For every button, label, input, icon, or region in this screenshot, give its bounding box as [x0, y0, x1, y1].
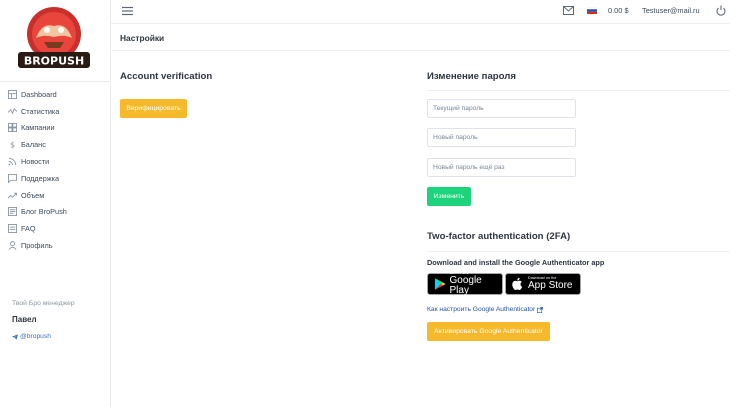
sidebar-item-campaigns[interactable]: Кампании — [8, 120, 67, 137]
sidebar-item-balance[interactable]: $ Баланс — [8, 136, 67, 153]
manager-telegram-handle: @bropush — [20, 333, 51, 340]
external-link-icon — [537, 306, 544, 313]
change-password-button[interactable]: Изменить — [427, 187, 471, 206]
sidebar-item-dashboard[interactable]: Dashboard — [8, 86, 67, 103]
power-icon[interactable] — [716, 5, 726, 16]
sidebar-item-label: Новости — [21, 157, 50, 167]
manager-telegram-link[interactable]: @bropush — [12, 333, 51, 340]
app-store-badge[interactable]: Download on the App Store — [505, 273, 581, 295]
app-store-big-text: App Store — [528, 280, 573, 292]
svg-text:BROPUSH: BROPUSH — [24, 55, 84, 68]
russia-flag-icon[interactable] — [587, 7, 597, 14]
current-password-input[interactable] — [427, 99, 576, 118]
sidebar-item-label: Блог BroPush — [21, 207, 67, 217]
new-password-input[interactable] — [427, 128, 576, 147]
manager-caption: Твой Бро менеджер — [12, 300, 75, 307]
trend-icon — [8, 191, 17, 200]
rss-icon — [8, 157, 17, 166]
manager-name: Павел — [12, 315, 37, 324]
sidebar-item-label: Статистика — [21, 106, 60, 116]
sidebar-item-label: FAQ — [21, 224, 36, 234]
page-title: Настройки — [120, 33, 165, 43]
faq-icon — [8, 224, 17, 234]
blog-icon — [8, 207, 17, 217]
sidebar-item-faq[interactable]: FAQ — [8, 220, 67, 237]
hamburger-menu-icon[interactable] — [122, 6, 133, 16]
chat-icon — [8, 173, 17, 183]
sidebar-item-label: Кампании — [21, 123, 55, 133]
sidebar-item-label: Поддержка — [21, 173, 60, 183]
stats-line-icon — [8, 107, 17, 116]
dashboard-icon — [8, 89, 17, 99]
sidebar-item-label: Dashboard — [21, 89, 57, 99]
sidebar-menu: Dashboard Статистика Кампании $ Баланс Н… — [8, 86, 67, 254]
sidebar-item-news[interactable]: Новости — [8, 153, 67, 170]
repeat-password-input[interactable] — [427, 158, 576, 177]
user-icon — [8, 241, 17, 250]
google-play-big-text: Google Play — [449, 275, 482, 297]
sidebar-item-support[interactable]: Поддержка — [8, 170, 67, 187]
dollar-icon: $ — [8, 140, 17, 149]
sidebar-item-blog[interactable]: Блог BroPush — [8, 204, 67, 221]
setup-link-text: Как настроить Google Authenticator — [427, 306, 536, 313]
title-divider — [111, 50, 730, 51]
campaigns-grid-icon — [8, 123, 17, 133]
verify-button[interactable]: Верифицировать — [120, 99, 187, 118]
google-authenticator-setup-link[interactable]: Как настроить Google Authenticator — [427, 306, 544, 313]
google-play-icon — [434, 278, 446, 290]
top-header: 0.00 $ Testuser@mail.ru — [111, 0, 730, 24]
bropush-logo[interactable]: BROPUSH — [14, 4, 94, 74]
account-balance: 0.00 $ — [608, 6, 629, 15]
sidebar-divider — [0, 81, 111, 82]
twofa-title: Two-factor authentication (2FA) — [427, 231, 571, 242]
twofa-section-divider — [427, 251, 730, 252]
mail-icon[interactable] — [563, 6, 574, 15]
sidebar-item-label: Баланс — [21, 140, 46, 150]
telegram-icon — [12, 333, 18, 340]
activate-google-authenticator-button[interactable]: Активировать Google Authenticator — [427, 322, 550, 341]
sidebar-item-volume[interactable]: Объем — [8, 187, 67, 204]
password-change-title: Изменение пароля — [427, 71, 516, 82]
account-verification-title: Account verification — [120, 71, 213, 82]
sidebar-item-label: Объем — [21, 190, 45, 200]
sidebar-item-statistics[interactable]: Статистика — [8, 103, 67, 120]
user-email[interactable]: Testuser@mail.ru — [642, 6, 700, 15]
twofa-description: Download and install the Google Authenti… — [427, 258, 605, 267]
sidebar: BROPUSH Dashboard Статистика Кампании $ … — [0, 0, 111, 407]
svg-text:$: $ — [10, 140, 15, 149]
sidebar-item-label: Профиль — [21, 241, 53, 251]
password-section-divider — [427, 90, 730, 91]
google-play-badge[interactable]: GET IT ON Google Play — [427, 271, 503, 297]
sidebar-item-profile[interactable]: Профиль — [8, 237, 67, 254]
apple-icon — [512, 277, 523, 291]
